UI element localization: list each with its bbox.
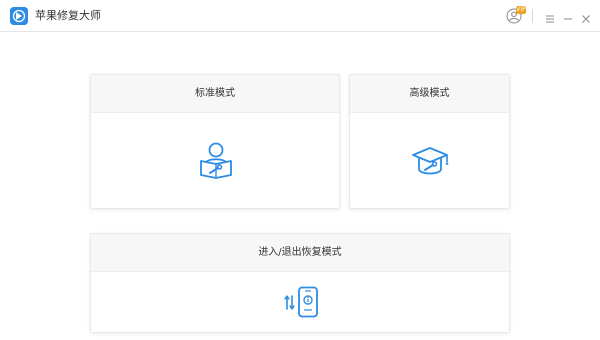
standard-mode-card[interactable]: 标准模式 [90,74,340,209]
titlebar-divider [532,9,533,23]
recovery-mode-card[interactable]: 进入/退出恢复模式 [90,233,510,333]
recovery-mode-label: 进入/退出恢复模式 [91,234,509,272]
graduation-cap-wrench-icon [411,145,451,181]
close-icon[interactable] [580,10,592,23]
app-title: 苹果修复大师 [35,9,101,22]
minimize-icon[interactable] [562,10,574,22]
phone-switch-icon [284,286,320,322]
app-logo-icon [10,7,28,25]
vip-badge: VIP [516,6,526,14]
reader-wrench-icon [198,141,234,183]
menu-icon[interactable] [544,10,556,23]
advanced-mode-label: 高级模式 [350,75,509,113]
title-bar: 苹果修复大师 VIP [0,0,600,32]
standard-mode-label: 标准模式 [91,75,339,113]
advanced-mode-card[interactable]: 高级模式 [349,74,510,209]
